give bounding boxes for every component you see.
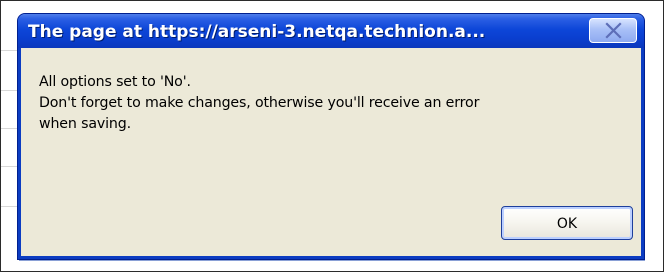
page-divider xyxy=(1,206,19,207)
ok-button[interactable]: OK xyxy=(501,206,633,240)
page-divider xyxy=(1,90,19,91)
page-divider xyxy=(1,166,19,167)
message-line: Don't forget to make changes, otherwise … xyxy=(39,95,480,111)
alert-dialog: The page at https://arseni-3.netqa.techn… xyxy=(18,14,644,259)
dialog-titlebar[interactable]: The page at https://arseni-3.netqa.techn… xyxy=(18,14,644,48)
message-line: when saving. xyxy=(39,116,131,132)
page-divider xyxy=(1,50,19,51)
dialog-title: The page at https://arseni-3.netqa.techn… xyxy=(28,22,486,42)
close-icon xyxy=(605,22,622,39)
page-divider xyxy=(1,128,19,129)
ok-button-label: OK xyxy=(556,216,578,232)
message-line: All options set to 'No'. xyxy=(39,74,191,90)
dialog-message: All options set to 'No'. Don't forget to… xyxy=(39,72,629,135)
close-button[interactable] xyxy=(589,18,637,43)
